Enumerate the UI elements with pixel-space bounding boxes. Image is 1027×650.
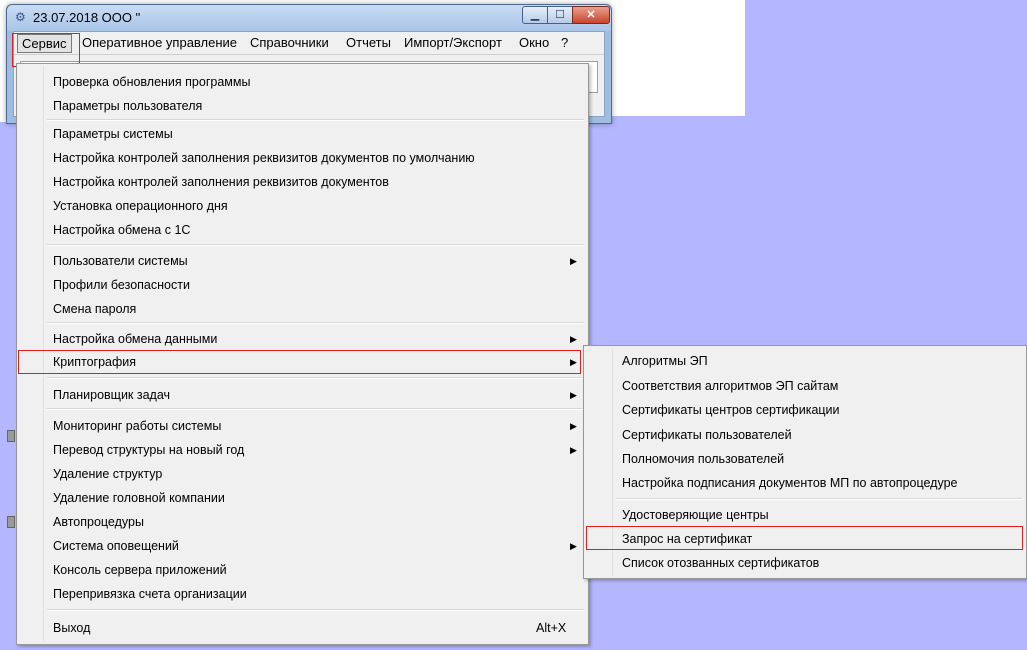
menu-item-doc-controls[interactable]: Настройка контролей заполнения реквизито… — [53, 175, 389, 189]
menu-item-data-exchange[interactable]: Настройка обмена данными — [53, 332, 217, 346]
menu-item-operational-day[interactable]: Установка операционного дня — [53, 199, 228, 213]
submenu-arrow-icon: ▶ — [570, 421, 577, 431]
menu-item-system-users[interactable]: Пользователи системы — [53, 254, 188, 268]
menu-operational[interactable]: Оперативное управление — [82, 35, 237, 50]
menu-separator — [47, 377, 584, 379]
close-button[interactable]: ✕ — [572, 6, 610, 24]
submenu-item-user-certificates[interactable]: Сертификаты пользователей — [622, 428, 792, 442]
submenu-arrow-icon: ▶ — [570, 334, 577, 344]
submenu-arrow-icon: ▶ — [570, 390, 577, 400]
menu-separator — [47, 244, 584, 246]
menu-item-delete-head-company[interactable]: Удаление головной компании — [53, 491, 225, 505]
submenu-item-user-authority[interactable]: Полномочия пользователей — [622, 452, 784, 466]
submenu-item-ep-sites[interactable]: Соответствия алгоритмов ЭП сайтам — [622, 379, 838, 393]
menu-bar: Сервис Оперативное управление Справочник… — [14, 32, 604, 55]
menu-separator — [616, 498, 1022, 500]
menu-item-notifications[interactable]: Система оповещений — [53, 539, 179, 553]
highlight-service-menu — [12, 33, 80, 67]
menu-item-rebind-account[interactable]: Перепривязка счета организации — [53, 587, 247, 601]
menu-separator — [47, 408, 584, 410]
submenu-arrow-icon: ▶ — [570, 256, 577, 266]
menu-item-app-server-console[interactable]: Консоль сервера приложений — [53, 563, 227, 577]
title-bar[interactable]: ⚙ 23.07.2018 ООО " ▁ ☐ ✕ — [7, 5, 611, 31]
menu-item-change-password[interactable]: Смена пароля — [53, 302, 136, 316]
menu-help[interactable]: ? — [561, 35, 568, 50]
menu-separator — [47, 322, 584, 324]
menu-import-export[interactable]: Импорт/Экспорт — [404, 35, 502, 50]
window-title: 23.07.2018 ООО " — [33, 10, 141, 25]
menu-directories[interactable]: Справочники — [250, 35, 329, 50]
desktop-background-left — [0, 122, 16, 650]
submenu-arrow-icon: ▶ — [570, 445, 577, 455]
submenu-arrow-icon: ▶ — [570, 541, 577, 551]
maximize-button[interactable]: ☐ — [547, 6, 573, 24]
minimize-button[interactable]: ▁ — [522, 6, 548, 24]
menu-reports[interactable]: Отчеты — [346, 35, 391, 50]
submenu-item-ep-algorithms[interactable]: Алгоритмы ЭП — [622, 354, 708, 368]
highlight-cryptography — [18, 350, 581, 374]
submenu-item-ca-certificates[interactable]: Сертификаты центров сертификации — [622, 403, 840, 417]
menu-window[interactable]: Окно — [519, 35, 549, 50]
submenu-item-mp-signing[interactable]: Настройка подписания документов МП по ав… — [622, 476, 958, 490]
menu-item-check-updates[interactable]: Проверка обновления программы — [53, 75, 250, 89]
menu-item-monitoring[interactable]: Мониторинг работы системы — [53, 419, 221, 433]
desktop-shortcut-icon[interactable] — [7, 430, 15, 442]
highlight-certificate-request — [586, 526, 1023, 550]
menu-item-user-params[interactable]: Параметры пользователя — [53, 99, 202, 113]
menu-item-1c-exchange[interactable]: Настройка обмена с 1С — [53, 223, 190, 237]
desktop-background-top — [745, 0, 1027, 116]
menu-item-security-profiles[interactable]: Профили безопасности — [53, 278, 190, 292]
submenu-item-revoked-certificates[interactable]: Список отозванных сертификатов — [622, 556, 819, 570]
app-icon: ⚙ — [15, 10, 26, 24]
menu-item-autoprocedures[interactable]: Автопроцедуры — [53, 515, 144, 529]
menu-separator — [47, 609, 584, 611]
menu-item-new-year[interactable]: Перевод структуры на новый год — [53, 443, 244, 457]
desktop-shortcut-icon[interactable] — [7, 516, 15, 528]
menu-item-system-params[interactable]: Параметры системы — [53, 127, 173, 141]
exit-shortcut: Alt+X — [536, 621, 567, 635]
menu-separator — [47, 119, 584, 121]
menu-item-scheduler[interactable]: Планировщик задач — [53, 388, 170, 402]
submenu-item-certification-centers[interactable]: Удостоверяющие центры — [622, 508, 769, 522]
menu-item-delete-structures[interactable]: Удаление структур — [53, 467, 162, 481]
menu-item-default-controls[interactable]: Настройка контролей заполнения реквизито… — [53, 151, 475, 165]
menu-item-exit[interactable]: Выход — [53, 621, 90, 635]
